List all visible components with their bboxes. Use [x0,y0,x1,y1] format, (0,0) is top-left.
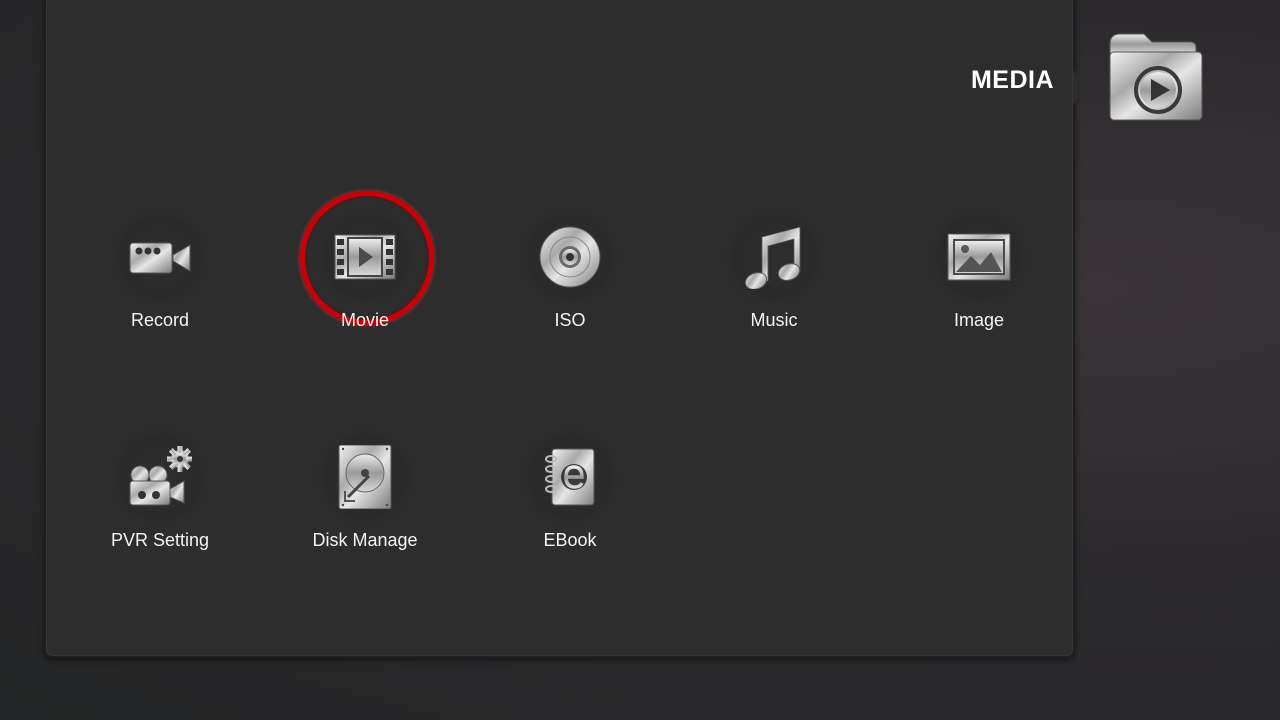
film-strip-play-icon [334,234,396,280]
menu-item-label: Music [750,310,798,330]
ebook-icon [545,448,595,506]
page-title: MEDIA [970,66,1054,94]
disc-icon [539,226,601,288]
music-note-icon [744,226,801,289]
menu-item-ebook[interactable]: EBook [480,417,660,577]
menu-item-label: EBook [543,530,597,550]
menu-item-label: Disk Manage [312,530,418,550]
recorder-gear-icon [129,446,192,506]
menu-item-label: Record [130,310,190,330]
menu-item-record[interactable]: Record [70,197,250,357]
picture-icon [947,233,1011,281]
menu-item-disk-manage[interactable]: Disk Manage [275,417,455,577]
menu-item-iso[interactable]: ISO [480,197,660,357]
menu-item-image[interactable]: Image [889,197,1069,357]
menu-item-movie[interactable]: Movie [275,191,455,357]
hard-disk-icon [338,445,392,509]
media-folder-play-icon [1106,30,1206,124]
menu-item-music[interactable]: Music [684,197,864,357]
menu-item-pvr-setting[interactable]: PVR Setting [70,417,250,577]
video-camera-icon [129,242,191,274]
menu-item-label: ISO [554,310,586,330]
menu-item-label: PVR Setting [110,530,210,550]
menu-item-label: Movie [340,310,389,330]
menu-item-label: Image [953,310,1005,330]
panel-pointer [1073,70,1089,104]
